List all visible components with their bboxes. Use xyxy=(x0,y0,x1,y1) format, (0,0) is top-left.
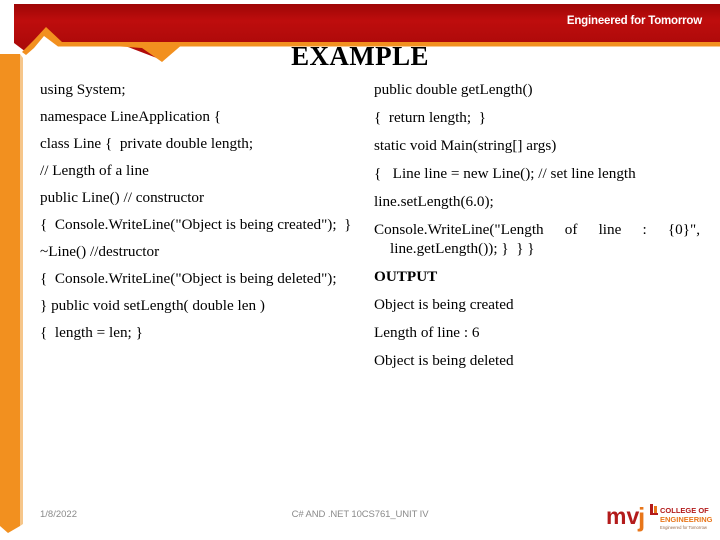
content-body: using System; namespace LineApplication … xyxy=(0,80,720,490)
code-column-left: using System; namespace LineApplication … xyxy=(40,80,370,342)
code-line: using System; xyxy=(40,81,126,98)
code-line: line.setLength(6.0); xyxy=(374,193,494,210)
svg-text:j: j xyxy=(637,502,645,532)
output-line: Object is being created xyxy=(374,296,514,313)
code-line: { Console.WriteLine("Object is being del… xyxy=(40,270,337,287)
code-column-right: public double getLength() { return lengt… xyxy=(374,80,700,370)
code-line: ~Line() //destructor xyxy=(40,243,160,260)
code-line: Console.WriteLine("Length of line : {0}"… xyxy=(374,221,704,257)
code-line: class Line { private double length; xyxy=(40,135,254,152)
code-line: public double getLength() xyxy=(374,81,533,98)
code-line: // Length of a line xyxy=(40,162,149,179)
banner-tagline: Engineered for Tomorrow xyxy=(566,15,702,27)
output-heading: OUTPUT xyxy=(374,268,438,285)
code-line: { Console.WriteLine("Object is being cre… xyxy=(40,216,352,233)
mvj-logo: mv j COLLEGE OF ENGINEERING Engineered f… xyxy=(606,500,712,534)
code-line: static void Main(string[] args) xyxy=(374,137,557,154)
mvj-wordmark: mv xyxy=(606,503,639,529)
slide-canvas: Engineered for Tomorrow EXAMPLE using Sy… xyxy=(0,0,720,540)
code-line: public Line() // constructor xyxy=(40,189,205,206)
output-line: Length of line : 6 xyxy=(374,324,480,341)
code-line: { length = len; } xyxy=(40,324,143,341)
mvj-college-line2: ENGINEERING xyxy=(660,515,712,524)
code-line: } public void setLength( double len ) xyxy=(40,297,265,314)
mvj-college-line1: COLLEGE OF xyxy=(660,506,709,515)
output-line: Object is being deleted xyxy=(374,352,514,369)
code-line: { return length; } xyxy=(374,109,487,126)
page-title: EXAMPLE xyxy=(291,41,429,71)
code-line: namespace LineApplication { xyxy=(40,108,222,125)
mvj-logo-tagline: Engineered for Tomorrow xyxy=(660,525,708,530)
code-line: { Line line = new Line(); // set line le… xyxy=(374,165,636,182)
